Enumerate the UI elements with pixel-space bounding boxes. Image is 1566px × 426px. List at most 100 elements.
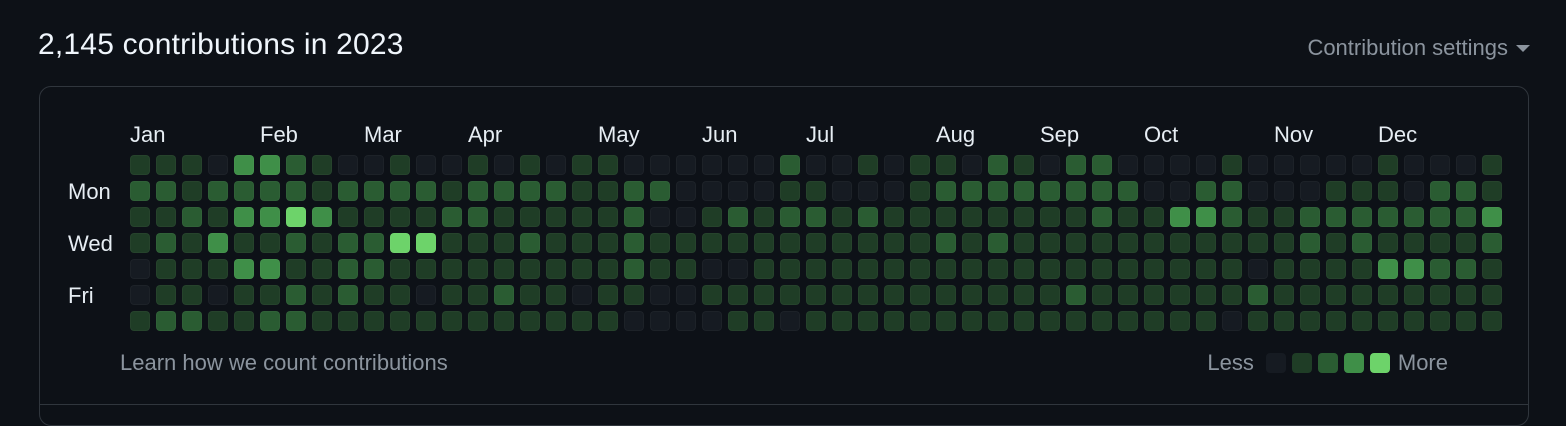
contribution-day-cell[interactable] [1170,181,1190,201]
contribution-day-cell[interactable] [650,207,670,227]
contribution-day-cell[interactable] [598,259,618,279]
contribution-day-cell[interactable] [1066,155,1086,175]
contribution-day-cell[interactable] [1352,285,1372,305]
contribution-day-cell[interactable] [234,311,254,331]
contribution-day-cell[interactable] [1378,285,1398,305]
contribution-day-cell[interactable] [338,311,358,331]
contribution-day-cell[interactable] [338,181,358,201]
contribution-day-cell[interactable] [572,311,592,331]
contribution-day-cell[interactable] [676,155,696,175]
contribution-day-cell[interactable] [1430,155,1450,175]
contribution-day-cell[interactable] [520,181,540,201]
contribution-day-cell[interactable] [208,207,228,227]
contribution-day-cell[interactable] [156,181,176,201]
contribution-day-cell[interactable] [260,155,280,175]
contribution-day-cell[interactable] [572,233,592,253]
contribution-day-cell[interactable] [260,233,280,253]
contribution-day-cell[interactable] [364,155,384,175]
contribution-day-cell[interactable] [286,233,306,253]
contribution-day-cell[interactable] [1404,233,1424,253]
contribution-day-cell[interactable] [286,155,306,175]
contribution-day-cell[interactable] [884,233,904,253]
contribution-day-cell[interactable] [1196,285,1216,305]
contribution-day-cell[interactable] [1326,259,1346,279]
contribution-day-cell[interactable] [364,259,384,279]
contribution-day-cell[interactable] [1222,207,1242,227]
contribution-day-cell[interactable] [1092,181,1112,201]
contribution-day-cell[interactable] [1378,259,1398,279]
contribution-day-cell[interactable] [494,207,514,227]
contribution-day-cell[interactable] [754,233,774,253]
contribution-day-cell[interactable] [494,285,514,305]
contribution-day-cell[interactable] [1456,233,1476,253]
contribution-day-cell[interactable] [1196,155,1216,175]
contribution-day-cell[interactable] [260,285,280,305]
contribution-day-cell[interactable] [702,285,722,305]
contribution-day-cell[interactable] [156,233,176,253]
contribution-day-cell[interactable] [598,233,618,253]
contribution-day-cell[interactable] [1066,285,1086,305]
contribution-day-cell[interactable] [130,155,150,175]
contribution-day-cell[interactable] [624,155,644,175]
contribution-day-cell[interactable] [1170,311,1190,331]
contribution-day-cell[interactable] [1066,207,1086,227]
contribution-day-cell[interactable] [1456,155,1476,175]
contribution-day-cell[interactable] [494,181,514,201]
contribution-day-cell[interactable] [1066,233,1086,253]
contribution-day-cell[interactable] [390,311,410,331]
contribution-day-cell[interactable] [1378,155,1398,175]
contribution-day-cell[interactable] [832,259,852,279]
contribution-day-cell[interactable] [546,259,566,279]
contribution-day-cell[interactable] [1118,207,1138,227]
contribution-day-cell[interactable] [780,259,800,279]
contribution-day-cell[interactable] [234,207,254,227]
contribution-day-cell[interactable] [676,233,696,253]
contribution-day-cell[interactable] [182,207,202,227]
contribution-day-cell[interactable] [624,181,644,201]
contribution-day-cell[interactable] [312,181,332,201]
contribution-day-cell[interactable] [1092,259,1112,279]
contribution-day-cell[interactable] [1352,181,1372,201]
contribution-day-cell[interactable] [1144,207,1164,227]
contribution-day-cell[interactable] [1274,233,1294,253]
contribution-day-cell[interactable] [910,155,930,175]
contribution-day-cell[interactable] [650,259,670,279]
contribution-day-cell[interactable] [234,285,254,305]
contribution-day-cell[interactable] [702,207,722,227]
contribution-day-cell[interactable] [858,233,878,253]
contribution-day-cell[interactable] [728,259,748,279]
contribution-day-cell[interactable] [208,259,228,279]
contribution-day-cell[interactable] [1274,311,1294,331]
contribution-day-cell[interactable] [728,311,748,331]
contribution-day-cell[interactable] [702,233,722,253]
contribution-day-cell[interactable] [1378,233,1398,253]
contribution-day-cell[interactable] [988,285,1008,305]
contribution-day-cell[interactable] [416,311,436,331]
contribution-day-cell[interactable] [1248,233,1268,253]
contribution-settings-dropdown[interactable]: Contribution settings [1307,35,1530,61]
contribution-day-cell[interactable] [1040,259,1060,279]
contribution-day-cell[interactable] [1248,311,1268,331]
contribution-day-cell[interactable] [1118,233,1138,253]
contribution-day-cell[interactable] [1222,259,1242,279]
contribution-day-cell[interactable] [442,259,462,279]
contribution-day-cell[interactable] [962,259,982,279]
contribution-day-cell[interactable] [182,259,202,279]
contribution-day-cell[interactable] [182,285,202,305]
contribution-day-cell[interactable] [910,181,930,201]
contribution-day-cell[interactable] [312,233,332,253]
contribution-day-cell[interactable] [702,311,722,331]
contribution-day-cell[interactable] [1118,155,1138,175]
contribution-day-cell[interactable] [546,155,566,175]
contribution-day-cell[interactable] [598,155,618,175]
contribution-day-cell[interactable] [1352,207,1372,227]
contribution-day-cell[interactable] [884,311,904,331]
contribution-day-cell[interactable] [858,285,878,305]
contribution-day-cell[interactable] [130,207,150,227]
contribution-day-cell[interactable] [806,233,826,253]
contribution-day-cell[interactable] [1248,285,1268,305]
contribution-day-cell[interactable] [962,207,982,227]
contribution-day-cell[interactable] [520,311,540,331]
contribution-day-cell[interactable] [1300,285,1320,305]
contribution-day-cell[interactable] [676,181,696,201]
